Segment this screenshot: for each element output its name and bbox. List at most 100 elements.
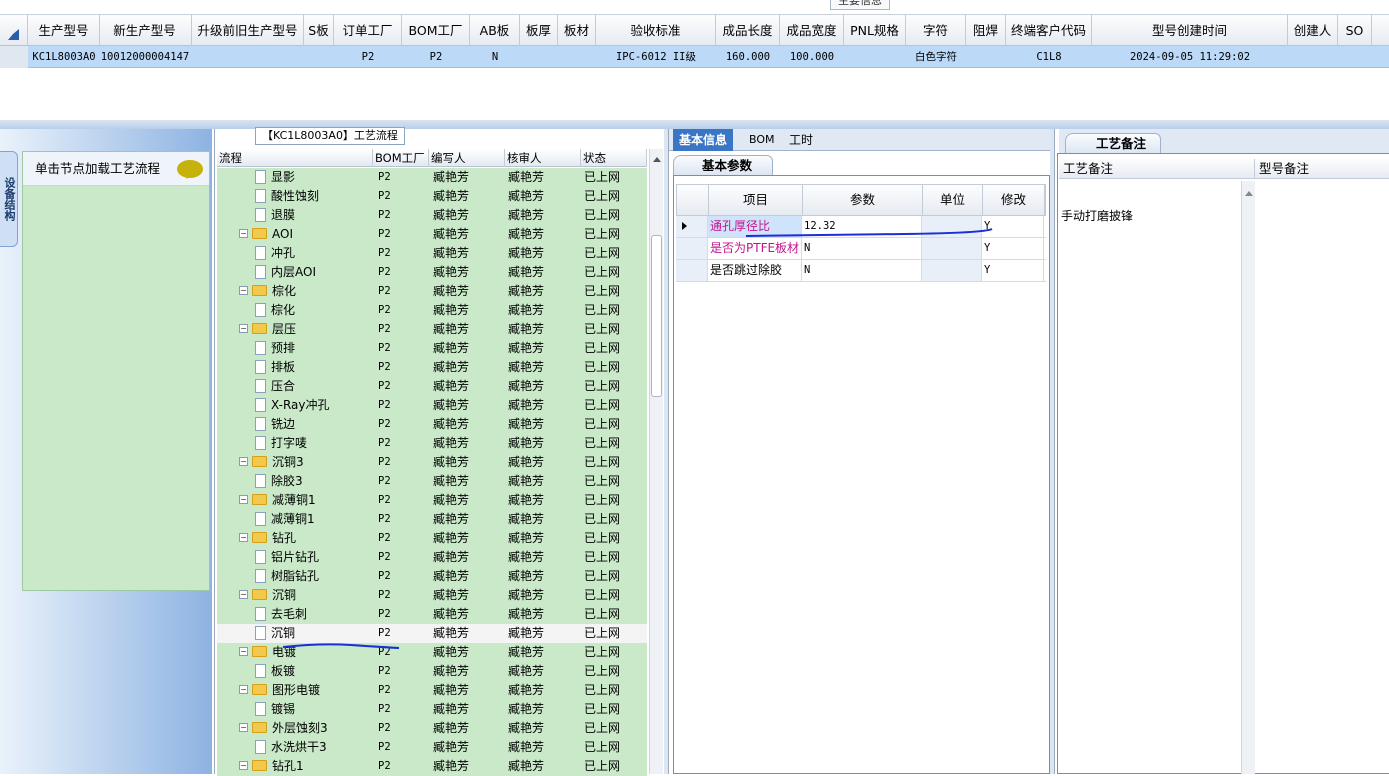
tree-node[interactable]: − 图形电镀 bbox=[239, 681, 320, 700]
cell-item[interactable]: 是否跳过除胶 bbox=[708, 260, 802, 281]
tree-row[interactable]: 冲孔 P2 臧艳芳 臧艳芳 已上网 bbox=[217, 244, 647, 263]
tab-bom[interactable]: BOM bbox=[743, 129, 781, 151]
tab-basic-info[interactable]: 基本信息 bbox=[673, 129, 734, 151]
col-board-thickness[interactable]: 板厚 bbox=[520, 15, 558, 46]
collapse-icon[interactable]: − bbox=[239, 286, 248, 295]
tree-row[interactable]: 压合 P2 臧艳芳 臧艳芳 已上网 bbox=[217, 377, 647, 396]
scroll-thumb[interactable] bbox=[651, 235, 662, 397]
cell-character[interactable]: 白色字符 bbox=[906, 46, 966, 68]
tree-node[interactable]: 显影 bbox=[255, 168, 295, 187]
cell-ab-board[interactable]: N bbox=[470, 46, 520, 68]
col-production-model[interactable]: 生产型号 bbox=[28, 15, 100, 46]
scroll-up-icon[interactable] bbox=[1245, 187, 1253, 196]
tree-row[interactable]: 板镀 P2 臧艳芳 臧艳芳 已上网 bbox=[217, 662, 647, 681]
tree-node[interactable]: X-Ray冲孔 bbox=[255, 396, 329, 415]
col-customer-code[interactable]: 终端客户代码 bbox=[1006, 15, 1092, 46]
tree-row[interactable]: − 图形电镀 P2 臧艳芳 臧艳芳 已上网 bbox=[217, 681, 647, 700]
cell-value[interactable]: N bbox=[802, 238, 922, 259]
tree-row[interactable]: − 钻孔1 P2 臧艳芳 臧艳芳 已上网 bbox=[217, 757, 647, 776]
notes-scrollbar[interactable] bbox=[1241, 181, 1255, 774]
tree-row[interactable]: X-Ray冲孔 P2 臧艳芳 臧艳芳 已上网 bbox=[217, 396, 647, 415]
param-row[interactable]: 是否为PTFE板材 N Y bbox=[676, 238, 1046, 260]
tree-row[interactable]: 水洗烘干3 P2 臧艳芳 臧艳芳 已上网 bbox=[217, 738, 647, 757]
cell-unit[interactable] bbox=[922, 260, 982, 281]
col-param[interactable]: 参数 bbox=[803, 185, 923, 215]
collapse-icon[interactable]: − bbox=[239, 685, 248, 694]
tree-scrollbar[interactable] bbox=[649, 149, 663, 774]
col-edit[interactable]: 修改 bbox=[983, 185, 1045, 215]
cell-created-time[interactable]: 2024-09-05 11:29:02 bbox=[1092, 46, 1288, 68]
cell-order-factory[interactable]: P2 bbox=[334, 46, 402, 68]
tree-row[interactable]: − 沉铜3 P2 臧艳芳 臧艳芳 已上网 bbox=[217, 453, 647, 472]
load-hint-header[interactable]: 单击节点加载工艺流程 bbox=[23, 152, 209, 186]
tree-node[interactable]: − 外层蚀刻3 bbox=[239, 719, 328, 738]
tree-row[interactable]: 显影 P2 臧艳芳 臧艳芳 已上网 bbox=[217, 168, 647, 187]
col-product-length[interactable]: 成品长度 bbox=[716, 15, 780, 46]
tree-row[interactable]: 除胶3 P2 臧艳芳 臧艳芳 已上网 bbox=[217, 472, 647, 491]
cell-value[interactable]: N bbox=[802, 260, 922, 281]
tree-node[interactable]: 冲孔 bbox=[255, 244, 295, 263]
tree-row[interactable]: − 外层蚀刻3 P2 臧艳芳 臧艳芳 已上网 bbox=[217, 719, 647, 738]
cell-so[interactable] bbox=[1338, 46, 1372, 68]
cell-unit[interactable] bbox=[922, 238, 982, 259]
cell-new-production-model[interactable]: 10012000004147 bbox=[98, 46, 192, 68]
tree-row[interactable]: 铣边 P2 臧艳芳 臧艳芳 已上网 bbox=[217, 415, 647, 434]
tab-process-notes[interactable]: 工艺备注 bbox=[1065, 133, 1162, 153]
col-process-note[interactable]: 工艺备注 bbox=[1059, 159, 1255, 179]
col-creator[interactable]: 创建人 bbox=[1288, 15, 1338, 46]
tree-row[interactable]: − 减薄铜1 P2 臧艳芳 臧艳芳 已上网 bbox=[217, 491, 647, 510]
cell-product-width[interactable]: 100.000 bbox=[780, 46, 844, 68]
tree-node[interactable]: 减薄铜1 bbox=[255, 510, 315, 529]
cell-solder-mask[interactable] bbox=[966, 46, 1006, 68]
col-acceptance-standard[interactable]: 验收标准 bbox=[596, 15, 716, 46]
splitter-horizontal[interactable] bbox=[0, 120, 1389, 129]
col-reviewer[interactable]: 核审人 bbox=[505, 149, 581, 167]
col-board-material[interactable]: 板材 bbox=[558, 15, 596, 46]
tree-node[interactable]: 退膜 bbox=[255, 206, 295, 225]
collapse-icon[interactable]: − bbox=[239, 761, 248, 770]
col-pnl-spec[interactable]: PNL规格 bbox=[844, 15, 906, 46]
collapse-icon[interactable]: − bbox=[239, 533, 248, 542]
tree-node[interactable]: 酸性蚀刻 bbox=[255, 187, 319, 206]
col-unit[interactable]: 单位 bbox=[923, 185, 983, 215]
tree-row[interactable]: 减薄铜1 P2 臧艳芳 臧艳芳 已上网 bbox=[217, 510, 647, 529]
cell-creator[interactable] bbox=[1288, 46, 1338, 68]
cell-acceptance-standard[interactable]: IPC-6012 II级 bbox=[596, 46, 716, 68]
tree-node[interactable]: 预排 bbox=[255, 339, 295, 358]
col-character[interactable]: 字符 bbox=[906, 15, 966, 46]
cell-s-board[interactable] bbox=[304, 46, 334, 68]
col-solder-mask[interactable]: 阻焊 bbox=[966, 15, 1006, 46]
scroll-up-icon[interactable] bbox=[653, 153, 661, 162]
tree-node[interactable]: 镀锡 bbox=[255, 700, 295, 719]
col-writer[interactable]: 编写人 bbox=[429, 149, 505, 167]
col-product-width[interactable]: 成品宽度 bbox=[780, 15, 844, 46]
tree-node[interactable]: 压合 bbox=[255, 377, 295, 396]
tree-row[interactable]: − AOI P2 臧艳芳 臧艳芳 已上网 bbox=[217, 225, 647, 244]
collapse-icon[interactable]: − bbox=[239, 590, 248, 599]
collapse-icon[interactable]: − bbox=[239, 324, 248, 333]
tree-row[interactable]: 铝片钻孔 P2 臧艳芳 臧艳芳 已上网 bbox=[217, 548, 647, 567]
collapse-icon[interactable]: − bbox=[239, 457, 248, 466]
tree-row[interactable]: 酸性蚀刻 P2 臧艳芳 臧艳芳 已上网 bbox=[217, 187, 647, 206]
row-indicator[interactable] bbox=[676, 238, 708, 259]
tree-row[interactable]: 排板 P2 臧艳芳 臧艳芳 已上网 bbox=[217, 358, 647, 377]
cell-production-model[interactable]: KC1L8003A0 bbox=[28, 46, 100, 68]
tree-node[interactable]: 棕化 bbox=[255, 301, 295, 320]
device-structure-tab[interactable]: 设备结构 bbox=[0, 151, 18, 247]
speech-bubble-icon[interactable] bbox=[177, 160, 203, 179]
corner-cell[interactable] bbox=[0, 15, 28, 46]
tree-node[interactable]: − 层压 bbox=[239, 320, 296, 339]
col-old-production-model[interactable]: 升级前旧生产型号 bbox=[192, 15, 304, 46]
cell-item[interactable]: 是否为PTFE板材 bbox=[708, 238, 802, 259]
collapse-icon[interactable]: − bbox=[239, 495, 248, 504]
col-so[interactable]: SO bbox=[1338, 15, 1372, 46]
param-row[interactable]: 是否跳过除胶 N Y bbox=[676, 260, 1046, 282]
tree-node[interactable]: 除胶3 bbox=[255, 472, 303, 491]
tree-row[interactable]: − 钻孔 P2 臧艳芳 臧艳芳 已上网 bbox=[217, 529, 647, 548]
tree-row[interactable]: 棕化 P2 臧艳芳 臧艳芳 已上网 bbox=[217, 301, 647, 320]
col-new-production-model[interactable]: 新生产型号 bbox=[98, 15, 192, 46]
tree-node[interactable]: − 减薄铜1 bbox=[239, 491, 316, 510]
tree-row[interactable]: 内层AOI P2 臧艳芳 臧艳芳 已上网 bbox=[217, 263, 647, 282]
tree-row[interactable]: − 层压 P2 臧艳芳 臧艳芳 已上网 bbox=[217, 320, 647, 339]
cell-pnl-spec[interactable] bbox=[844, 46, 906, 68]
